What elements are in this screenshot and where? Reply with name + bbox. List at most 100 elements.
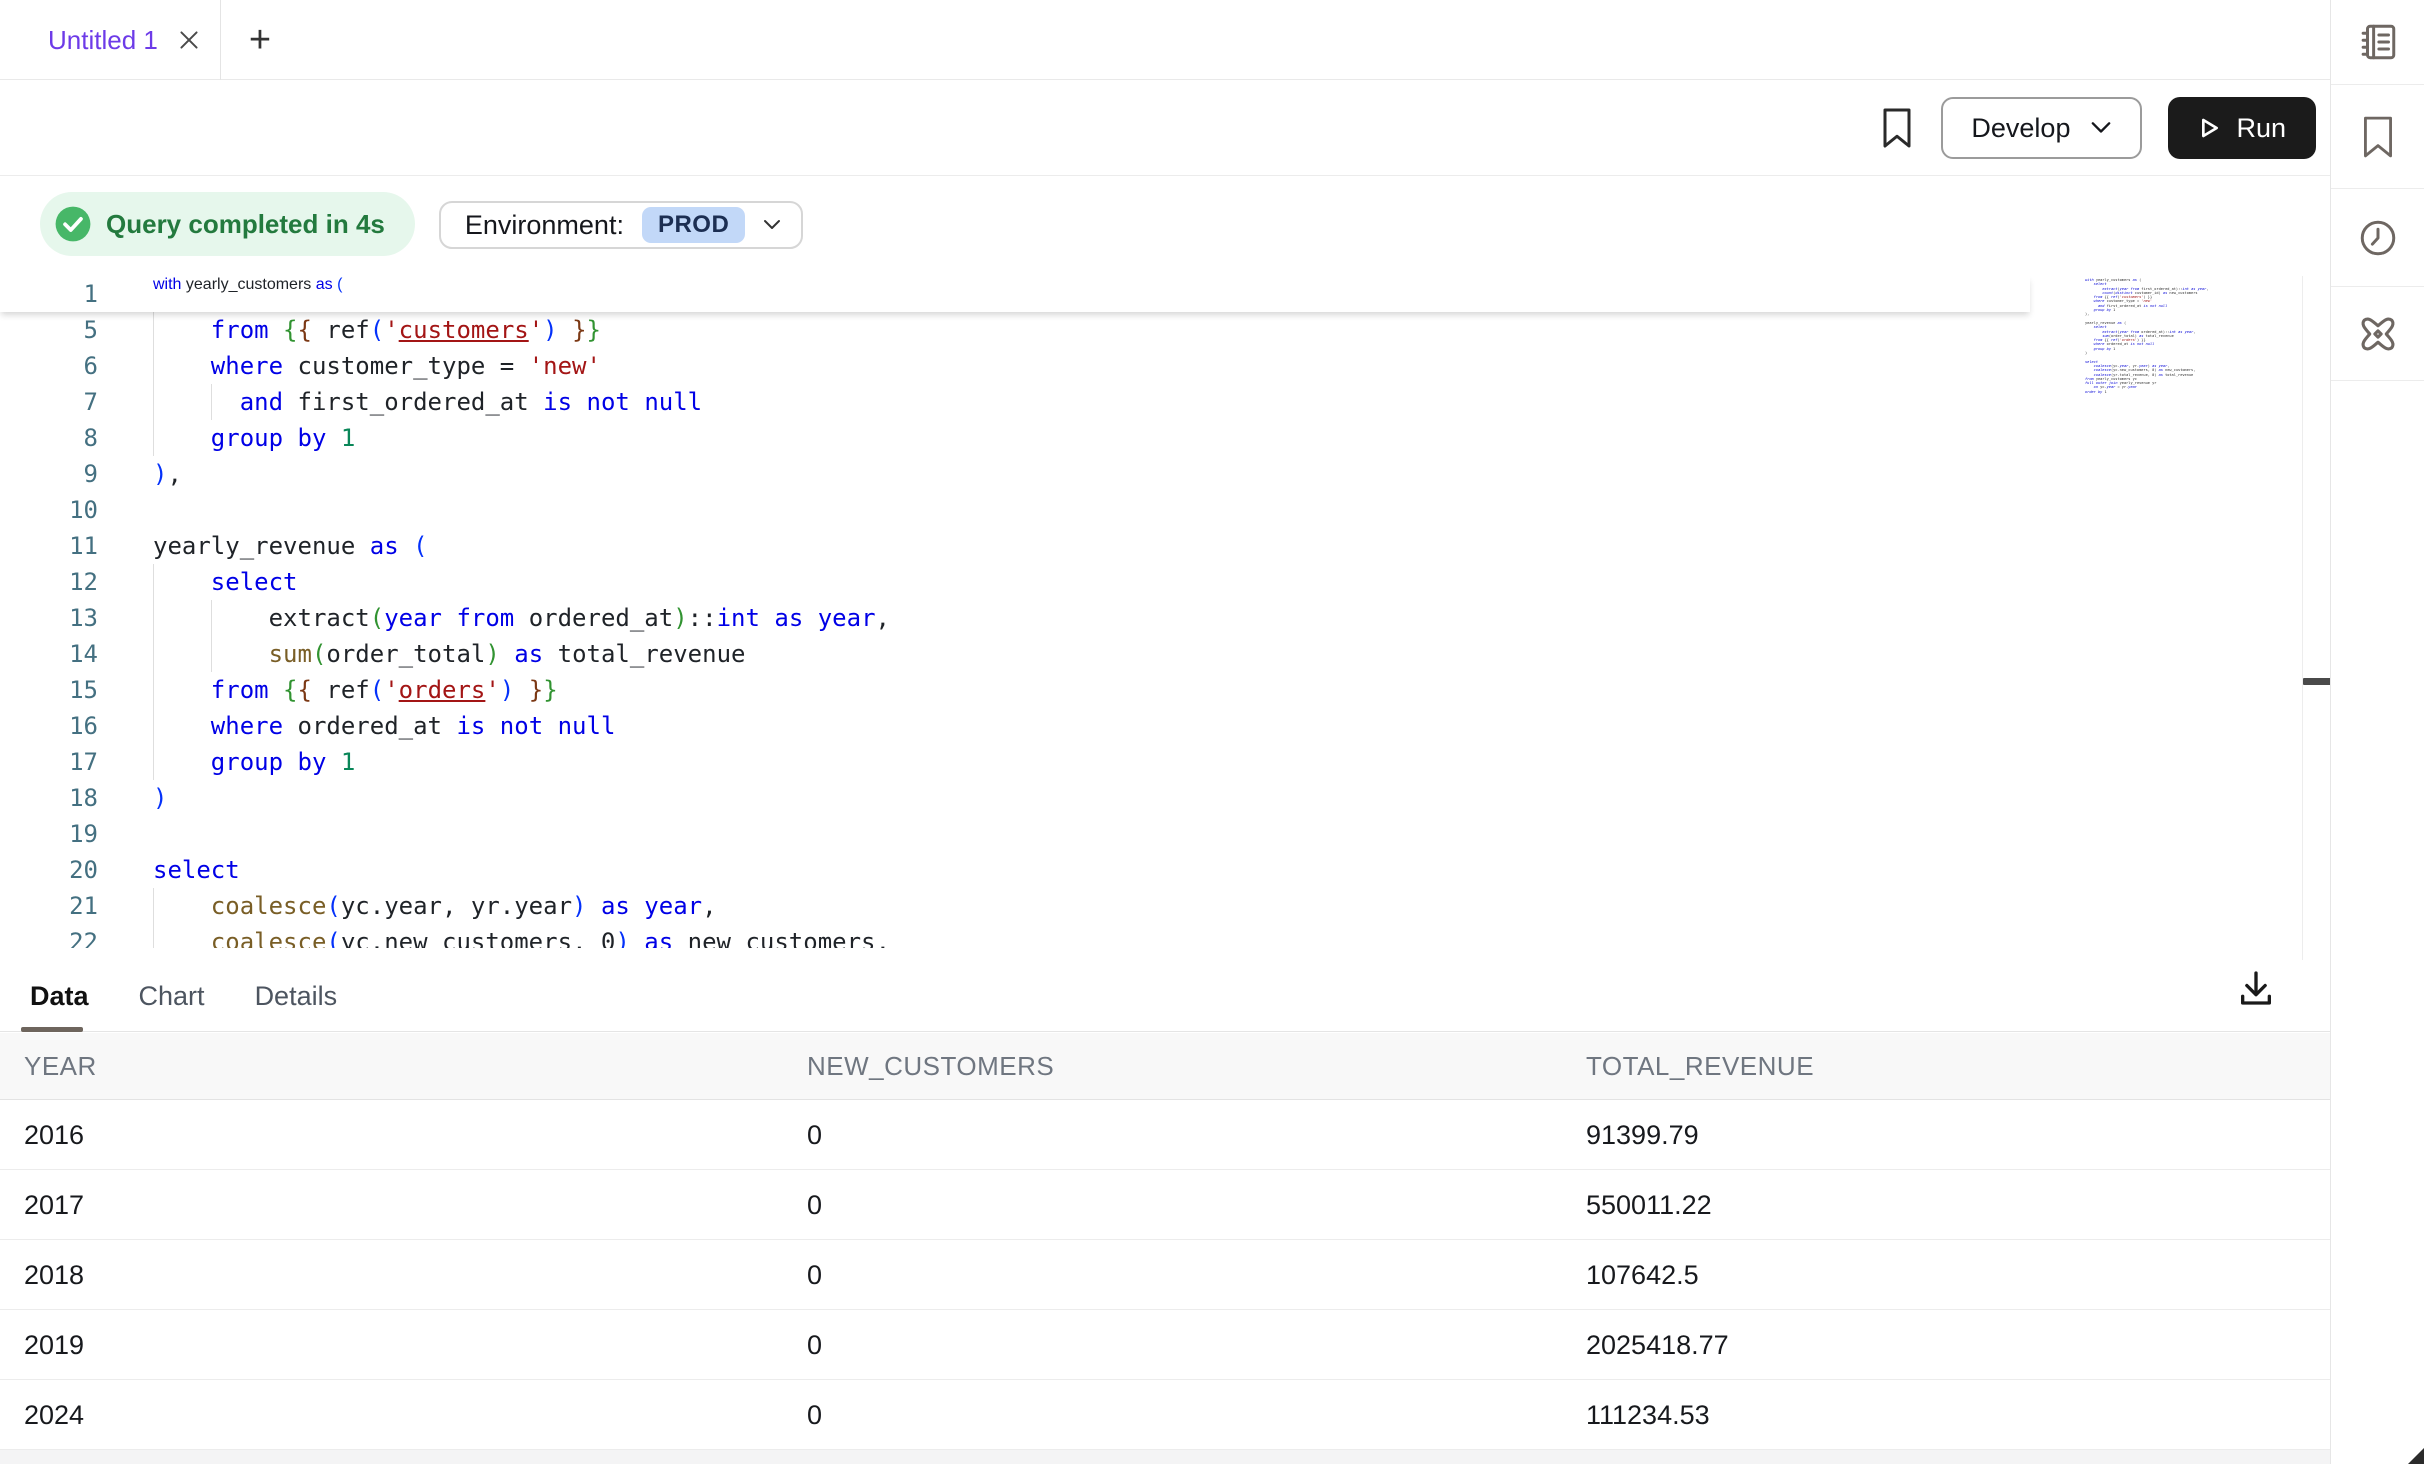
line-number: 16 (0, 708, 98, 744)
line-number: 17 (0, 744, 98, 780)
code-line[interactable]: 15 from {{ ref('orders') }} (0, 672, 2302, 708)
add-tab-button[interactable]: + (238, 18, 282, 62)
table-row: 20170550011.22 (0, 1170, 2330, 1240)
line-number: 11 (0, 528, 98, 564)
run-button[interactable]: Run (2168, 97, 2316, 159)
code-line[interactable]: 16 where ordered_at is not null (0, 708, 2302, 744)
line-number: 1 (0, 276, 98, 312)
resize-grip[interactable] (2408, 1448, 2424, 1464)
develop-dropdown-button[interactable]: Develop (1941, 97, 2142, 159)
sidebar-notebook-button[interactable] (2331, 0, 2424, 84)
code-line[interactable]: 14 sum(order_total) as total_revenue (0, 636, 2302, 672)
code-line[interactable]: 17 group by 1 (0, 744, 2302, 780)
environment-label: Environment: (465, 210, 624, 241)
right-sidebar (2330, 0, 2424, 1464)
download-results-button[interactable] (2232, 964, 2280, 1012)
tab-untitled-1[interactable]: Untitled 1 (0, 0, 226, 80)
line-number: 20 (0, 852, 98, 888)
code-line-text: coalesce(yc.new_customers, 0) as new_cus… (153, 924, 890, 948)
bookmark-icon (1879, 107, 1915, 149)
environment-value-badge: PROD (642, 207, 745, 243)
tab-data[interactable]: Data (30, 981, 89, 1012)
table-row: 2016091399.79 (0, 1100, 2330, 1170)
table-cell: 2025418.77 (1586, 1310, 1729, 1380)
code-line-text: group by 1 (153, 420, 355, 456)
code-line[interactable]: 7 and first_ordered_at is not null (0, 384, 2302, 420)
table-cell: 111234.53 (1586, 1380, 1710, 1450)
code-line-text: ), (153, 456, 182, 492)
line-number: 21 (0, 888, 98, 924)
code-line-text: from {{ ref('orders') }} (153, 672, 558, 708)
line-number: 10 (0, 492, 98, 528)
code-line-text: extract(year from ordered_at)::int as ye… (153, 600, 890, 636)
sidebar-dbt-button[interactable] (2331, 287, 2424, 380)
column-header-new-customers: NEW_CUSTOMERS (807, 1033, 1054, 1100)
history-icon (2357, 217, 2399, 259)
chevron-down-icon (763, 219, 781, 231)
dbt-logo-icon (2356, 312, 2400, 356)
code-line[interactable]: 10 (0, 492, 2302, 528)
line-number: 8 (0, 420, 98, 456)
table-row: 20180107642.5 (0, 1240, 2330, 1310)
code-line[interactable]: 12 select (0, 564, 2302, 600)
tab-bar: Untitled 1 + (0, 0, 2330, 80)
table-header-row: YEAR NEW_CUSTOMERS TOTAL_REVENUE (0, 1033, 2330, 1100)
table-cell: 2017 (24, 1170, 84, 1240)
code-line[interactable]: 18) (0, 780, 2302, 816)
sticky-scroll-line[interactable]: 1 with yearly_customers as ( (0, 276, 2030, 312)
table-partial-row (0, 1450, 2330, 1464)
code-line[interactable]: 11 yearly_revenue as ( (0, 528, 2302, 564)
chevron-down-icon (2090, 121, 2112, 135)
table-cell: 0 (807, 1100, 822, 1170)
code-line[interactable]: 9), (0, 456, 2302, 492)
table-row: 201902025418.77 (0, 1310, 2330, 1380)
code-line-text: where ordered_at is not null (153, 708, 615, 744)
toolbar: Develop Run (0, 81, 2330, 176)
tab-details[interactable]: Details (255, 981, 338, 1012)
line-number: 13 (0, 600, 98, 636)
results-tab-bar: Data Chart Details (0, 961, 2330, 1032)
column-header-total-revenue: TOTAL_REVENUE (1586, 1033, 1814, 1100)
code-line-text: with yearly_customers as ( (153, 276, 342, 294)
code-line[interactable]: 6 where customer_type = 'new' (0, 348, 2302, 384)
code-line-text: yearly_revenue as ( (153, 528, 428, 564)
close-icon[interactable] (176, 27, 202, 53)
active-tab-underline (21, 1027, 83, 1032)
editor-scrollbar-thumb[interactable] (2303, 678, 2331, 685)
table-cell: 0 (807, 1170, 822, 1240)
line-number: 12 (0, 564, 98, 600)
code-line[interactable]: 13 extract(year from ordered_at)::int as… (0, 600, 2302, 636)
check-circle-icon (54, 205, 92, 243)
tab-label: Untitled 1 (48, 25, 158, 56)
table-cell: 2016 (24, 1100, 84, 1170)
code-line-text: and first_ordered_at is not null (153, 384, 702, 420)
code-line-text: from {{ ref('customers') }} (153, 312, 601, 348)
code-line[interactable]: 19 (0, 816, 2302, 852)
code-line-text: coalesce(yc.year, yr.year) as year, (153, 888, 717, 924)
line-number: 18 (0, 780, 98, 816)
code-editor[interactable]: 5 from {{ ref('customers') }}6 where cus… (0, 276, 2302, 948)
bookmark-button[interactable] (1879, 107, 1915, 149)
line-number: 5 (0, 312, 98, 348)
notebook-icon (2357, 21, 2399, 63)
minimap[interactable]: with yearly_customers as ( select extrac… (2085, 278, 2221, 403)
app-window: Untitled 1 + Develop (0, 0, 2424, 1464)
tab-chart[interactable]: Chart (139, 981, 205, 1012)
code-line[interactable]: 21 coalesce(yc.year, yr.year) as year, (0, 888, 2302, 924)
sidebar-bookmark-button[interactable] (2331, 85, 2424, 188)
tab-divider (220, 0, 221, 80)
sidebar-history-button[interactable] (2331, 189, 2424, 286)
line-number: 15 (0, 672, 98, 708)
environment-selector[interactable]: Environment: PROD (439, 201, 803, 249)
code-line[interactable]: 8 group by 1 (0, 420, 2302, 456)
query-status-text: Query completed in 4s (106, 209, 385, 240)
code-line[interactable]: 20select (0, 852, 2302, 888)
column-header-year: YEAR (24, 1033, 97, 1100)
code-line[interactable]: 22 coalesce(yc.new_customers, 0) as new_… (0, 924, 2302, 948)
table-cell: 107642.5 (1586, 1240, 1699, 1310)
code-line-text: select (153, 564, 298, 600)
editor-border (2302, 276, 2303, 960)
code-line-text: ) (153, 780, 167, 816)
line-number: 19 (0, 816, 98, 852)
code-line[interactable]: 5 from {{ ref('customers') }} (0, 312, 2302, 348)
